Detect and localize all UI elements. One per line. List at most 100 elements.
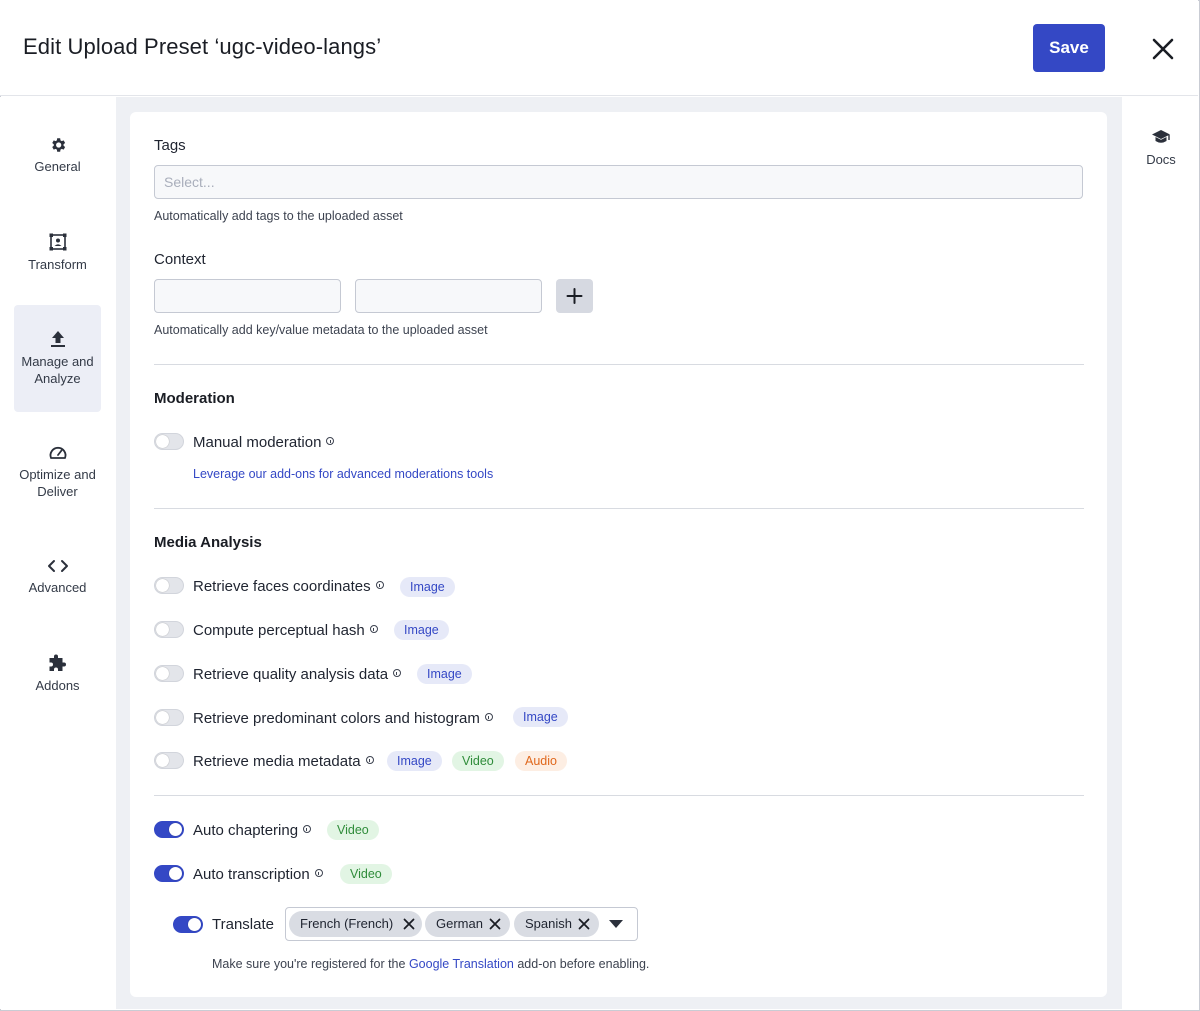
right-rail xyxy=(1122,97,1198,1009)
toggle-knob xyxy=(156,579,169,592)
note-suffix: add-on before enabling. xyxy=(513,957,650,971)
dropdown-caret-icon[interactable] xyxy=(609,920,623,928)
add-context-button[interactable] xyxy=(556,279,593,313)
remove-chip-icon[interactable] xyxy=(578,918,590,930)
video-badge: Video xyxy=(452,751,504,771)
sidebar-item-label: General xyxy=(34,159,81,174)
auto-transcription-label: Auto transcription xyxy=(193,866,310,883)
info-icon[interactable] xyxy=(375,581,384,589)
image-badge: Image xyxy=(394,620,449,640)
dialog-header: Edit Upload Preset ‘ugc-video-langs’ Sav… xyxy=(0,0,1198,96)
info-icon[interactable] xyxy=(303,825,312,833)
image-badge: Image xyxy=(417,664,472,684)
info-icon[interactable] xyxy=(484,713,493,721)
manual-moderation-toggle[interactable] xyxy=(154,433,184,450)
sidebar-item-advanced[interactable]: Advanced xyxy=(14,557,101,597)
close-button[interactable] xyxy=(1148,34,1178,64)
auto-chaptering-label: Auto chaptering xyxy=(193,822,299,839)
plus-icon xyxy=(566,288,583,304)
toggle-knob xyxy=(156,623,169,636)
faces-coordinates-label: Retrieve faces coordinates xyxy=(193,578,371,595)
puzzle-icon xyxy=(49,654,66,671)
tags-label: Tags xyxy=(154,137,186,154)
language-chip-label: Spanish xyxy=(525,916,572,931)
auto-transcription-toggle[interactable] xyxy=(154,865,184,882)
info-icon[interactable] xyxy=(365,756,374,764)
info-icon[interactable] xyxy=(369,625,378,633)
sidebar-item-label: Addons xyxy=(35,678,80,693)
sidebar-item-optimize-and-deliver[interactable]: Optimize and Deliver xyxy=(14,444,101,504)
save-button[interactable]: Save xyxy=(1033,24,1105,72)
quality-analysis-toggle[interactable] xyxy=(154,665,184,682)
perceptual-hash-row: Compute perceptual hash xyxy=(193,622,378,639)
divider xyxy=(154,795,1084,796)
manual-moderation-row: Manual moderation xyxy=(193,434,335,451)
settings-card xyxy=(130,112,1107,997)
sidebar-item-manage-and-analyze[interactable]: Manage and Analyze xyxy=(14,305,101,412)
context-label: Context xyxy=(154,251,206,268)
sidebar-item-addons[interactable]: Addons xyxy=(14,653,101,693)
remove-chip-icon[interactable] xyxy=(489,918,501,930)
auto-chaptering-toggle[interactable] xyxy=(154,821,184,838)
graduation-cap-icon xyxy=(1152,130,1170,143)
manual-moderation-label: Manual moderation xyxy=(193,434,322,451)
sidebar-item-label: Manage and Analyze xyxy=(21,354,94,386)
remove-chip-icon[interactable] xyxy=(403,918,415,930)
media-analysis-title: Media Analysis xyxy=(154,534,262,551)
faces-coordinates-toggle[interactable] xyxy=(154,577,184,594)
perceptual-hash-toggle[interactable] xyxy=(154,621,184,638)
code-icon xyxy=(47,560,68,572)
image-badge: Image xyxy=(513,707,568,727)
language-chip-label: German xyxy=(436,916,483,931)
context-key-input[interactable] xyxy=(154,279,341,313)
sidebar-item-general[interactable]: General xyxy=(14,136,101,184)
sidebar-item-label: Transform xyxy=(28,257,87,272)
docs-label: Docs xyxy=(1146,152,1176,167)
video-badge: Video xyxy=(340,864,392,884)
tags-input[interactable] xyxy=(154,165,1083,199)
translate-languages-select[interactable]: French (French) German Spanish xyxy=(285,907,638,941)
quality-analysis-label: Retrieve quality analysis data xyxy=(193,666,389,683)
close-icon xyxy=(1152,38,1174,60)
divider xyxy=(154,364,1084,365)
context-value-input[interactable] xyxy=(355,279,542,313)
divider xyxy=(154,508,1084,509)
image-badge: Image xyxy=(387,751,442,771)
upload-icon xyxy=(50,331,65,347)
info-icon[interactable] xyxy=(326,437,335,445)
predominant-colors-row: Retrieve predominant colors and histogra… xyxy=(193,710,493,727)
google-translation-link[interactable]: Google Translation xyxy=(409,957,514,971)
media-metadata-label: Retrieve media metadata xyxy=(193,753,361,770)
info-icon[interactable] xyxy=(314,869,323,877)
docs-link[interactable]: Docs xyxy=(1122,128,1200,167)
info-icon[interactable] xyxy=(393,669,402,677)
auto-chaptering-row: Auto chaptering xyxy=(193,822,312,839)
translate-label: Translate xyxy=(212,916,274,933)
toggle-knob xyxy=(156,435,169,448)
media-metadata-toggle[interactable] xyxy=(154,752,184,769)
predominant-colors-label: Retrieve predominant colors and histogra… xyxy=(193,710,480,727)
toggle-knob xyxy=(156,667,169,680)
video-badge: Video xyxy=(327,820,379,840)
sidebar-item-label: Advanced xyxy=(28,580,87,595)
moderation-title: Moderation xyxy=(154,390,235,407)
toggle-knob xyxy=(156,711,169,724)
moderation-addons-link[interactable]: Leverage our add-ons for advanced modera… xyxy=(193,467,493,481)
language-chip: French (French) xyxy=(289,911,422,937)
faces-coordinates-row: Retrieve faces coordinates xyxy=(193,578,384,595)
gauge-icon xyxy=(49,446,66,459)
page-title: Edit Upload Preset ‘ugc-video-langs’ xyxy=(23,34,382,59)
toggle-knob xyxy=(169,823,182,836)
translate-toggle[interactable] xyxy=(173,916,203,933)
audio-badge: Audio xyxy=(515,751,567,771)
transform-icon xyxy=(49,233,66,251)
translation-note: Make sure you're registered for the Goog… xyxy=(212,957,649,971)
note-prefix: Make sure you're registered for the xyxy=(212,957,409,971)
predominant-colors-toggle[interactable] xyxy=(154,709,184,726)
media-metadata-row: Retrieve media metadata xyxy=(193,753,374,770)
sidebar-item-transform[interactable]: Transform xyxy=(14,232,101,280)
image-badge: Image xyxy=(400,577,455,597)
toggle-knob xyxy=(188,918,201,931)
sidebar-item-label: Optimize and Deliver xyxy=(19,467,96,499)
toggle-knob xyxy=(169,867,182,880)
